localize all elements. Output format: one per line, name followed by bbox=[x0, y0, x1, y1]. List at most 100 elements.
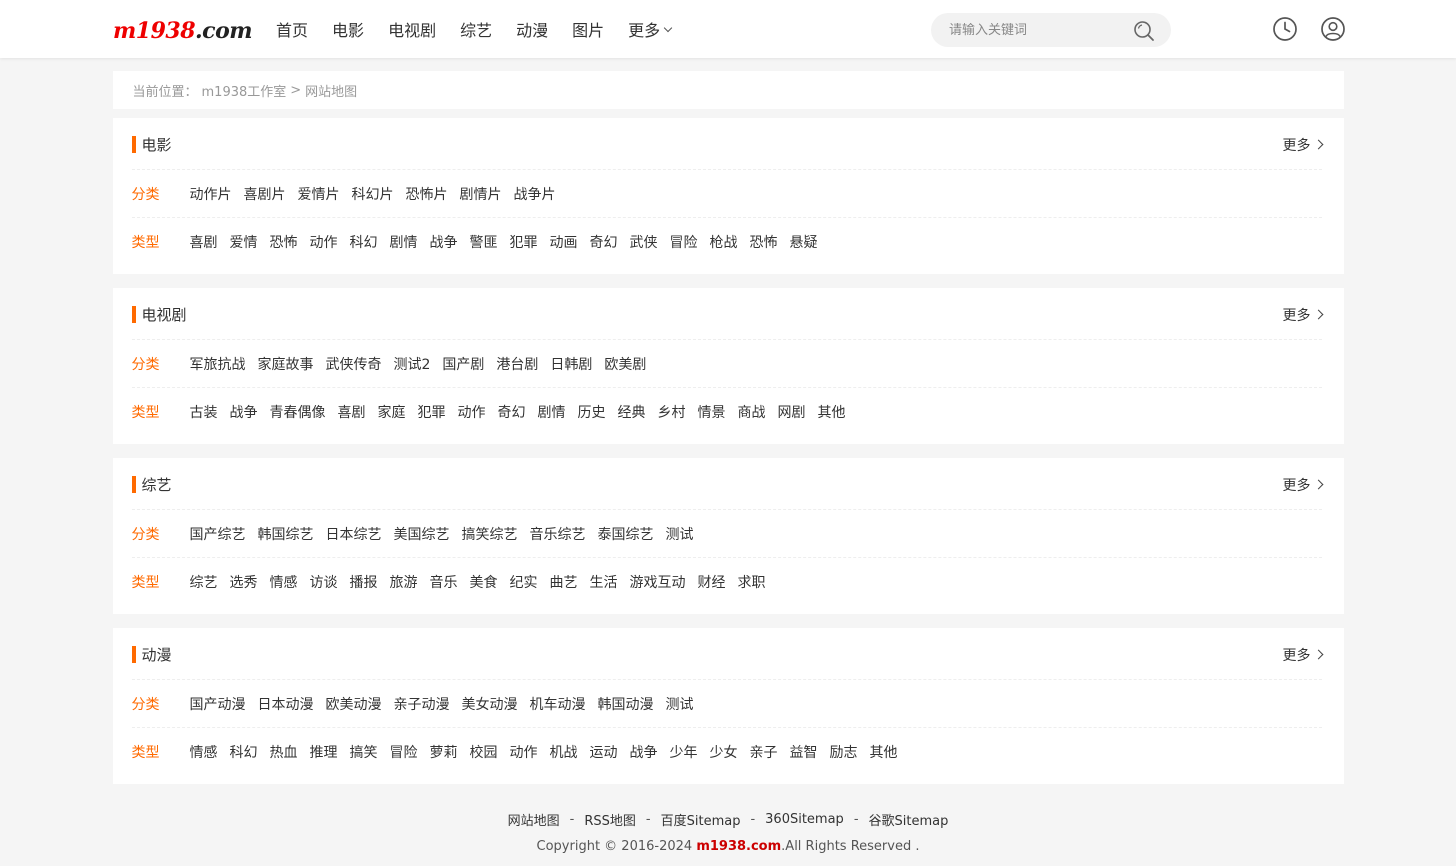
tag-link[interactable]: 喜剧 bbox=[338, 402, 366, 422]
tag-link[interactable]: 纪实 bbox=[510, 572, 538, 592]
tag-link[interactable]: 剧情 bbox=[538, 402, 566, 422]
tag-link[interactable]: 战争 bbox=[630, 742, 658, 762]
tag-link[interactable]: 音乐综艺 bbox=[530, 524, 586, 544]
tag-link[interactable]: 韩国综艺 bbox=[258, 524, 314, 544]
tag-link[interactable]: 国产剧 bbox=[442, 354, 484, 374]
tag-link[interactable]: 战争 bbox=[230, 402, 258, 422]
tag-link[interactable]: 少年 bbox=[670, 742, 698, 762]
tag-link[interactable]: 国产动漫 bbox=[190, 694, 246, 714]
site-logo[interactable]: m1938.com bbox=[113, 14, 253, 44]
footer-link-rss[interactable]: RSS地图 bbox=[584, 810, 636, 829]
tag-link[interactable]: 冒险 bbox=[390, 742, 418, 762]
tag-link[interactable]: 亲子 bbox=[750, 742, 778, 762]
tag-link[interactable]: 益智 bbox=[790, 742, 818, 762]
tag-link[interactable]: 奇幻 bbox=[498, 402, 526, 422]
tag-link[interactable]: 财经 bbox=[698, 572, 726, 592]
tag-link[interactable]: 泰国综艺 bbox=[598, 524, 654, 544]
tag-link[interactable]: 犯罪 bbox=[510, 232, 538, 252]
more-link[interactable]: 更多 bbox=[1283, 645, 1323, 665]
tag-link[interactable]: 动作片 bbox=[190, 184, 232, 204]
tag-link[interactable]: 经典 bbox=[618, 402, 646, 422]
tag-link[interactable]: 校园 bbox=[470, 742, 498, 762]
footer-link-sitemap[interactable]: 网站地图 bbox=[508, 810, 560, 829]
tag-link[interactable]: 其他 bbox=[870, 742, 898, 762]
tag-link[interactable]: 求职 bbox=[738, 572, 766, 592]
tag-link[interactable]: 搞笑 bbox=[350, 742, 378, 762]
tag-link[interactable]: 动作 bbox=[510, 742, 538, 762]
tag-link[interactable]: 冒险 bbox=[670, 232, 698, 252]
tag-link[interactable]: 爱情片 bbox=[298, 184, 340, 204]
tag-link[interactable]: 科幻 bbox=[350, 232, 378, 252]
tag-link[interactable]: 历史 bbox=[578, 402, 606, 422]
tag-link[interactable]: 剧情 bbox=[390, 232, 418, 252]
more-link[interactable]: 更多 bbox=[1283, 305, 1323, 325]
tag-link[interactable]: 播报 bbox=[350, 572, 378, 592]
tag-link[interactable]: 日本综艺 bbox=[326, 524, 382, 544]
tag-link[interactable]: 推理 bbox=[310, 742, 338, 762]
tag-link[interactable]: 动画 bbox=[550, 232, 578, 252]
tag-link[interactable]: 搞笑综艺 bbox=[462, 524, 518, 544]
tag-link[interactable]: 欧美动漫 bbox=[326, 694, 382, 714]
footer-link-360-sitemap[interactable]: 360Sitemap bbox=[765, 812, 844, 827]
tag-link[interactable]: 选秀 bbox=[230, 572, 258, 592]
tag-link[interactable]: 国产综艺 bbox=[190, 524, 246, 544]
tag-link[interactable]: 音乐 bbox=[430, 572, 458, 592]
nav-tv[interactable]: 电视剧 bbox=[388, 17, 436, 41]
tag-link[interactable]: 游戏互动 bbox=[630, 572, 686, 592]
nav-home[interactable]: 首页 bbox=[276, 17, 308, 41]
tag-link[interactable]: 励志 bbox=[830, 742, 858, 762]
footer-link-baidu-sitemap[interactable]: 百度Sitemap bbox=[661, 810, 741, 829]
user-icon[interactable] bbox=[1320, 16, 1346, 42]
tag-link[interactable]: 奇幻 bbox=[590, 232, 618, 252]
tag-link[interactable]: 动作 bbox=[458, 402, 486, 422]
nav-pictures[interactable]: 图片 bbox=[572, 17, 604, 41]
tag-link[interactable]: 情感 bbox=[270, 572, 298, 592]
more-link[interactable]: 更多 bbox=[1283, 475, 1323, 495]
search-icon[interactable] bbox=[1133, 20, 1155, 42]
tag-link[interactable]: 家庭 bbox=[378, 402, 406, 422]
tag-link[interactable]: 恐怖片 bbox=[406, 184, 448, 204]
tag-link[interactable]: 萝莉 bbox=[430, 742, 458, 762]
tag-link[interactable]: 美女动漫 bbox=[462, 694, 518, 714]
tag-link[interactable]: 机车动漫 bbox=[530, 694, 586, 714]
tag-link[interactable]: 美国综艺 bbox=[394, 524, 450, 544]
tag-link[interactable]: 韩国动漫 bbox=[598, 694, 654, 714]
tag-link[interactable]: 爱情 bbox=[230, 232, 258, 252]
tag-link[interactable]: 美食 bbox=[470, 572, 498, 592]
nav-anime[interactable]: 动漫 bbox=[516, 17, 548, 41]
footer-link-google-sitemap[interactable]: 谷歌Sitemap bbox=[869, 810, 949, 829]
tag-link[interactable]: 悬疑 bbox=[790, 232, 818, 252]
tag-link[interactable]: 军旅抗战 bbox=[190, 354, 246, 374]
tag-link[interactable]: 喜剧片 bbox=[244, 184, 286, 204]
tag-link[interactable]: 战争片 bbox=[514, 184, 556, 204]
tag-link[interactable]: 情景 bbox=[698, 402, 726, 422]
tag-link[interactable]: 旅游 bbox=[390, 572, 418, 592]
tag-link[interactable]: 少女 bbox=[710, 742, 738, 762]
tag-link[interactable]: 欧美剧 bbox=[604, 354, 646, 374]
tag-link[interactable]: 港台剧 bbox=[496, 354, 538, 374]
tag-link[interactable]: 其他 bbox=[818, 402, 846, 422]
tag-link[interactable]: 战争 bbox=[430, 232, 458, 252]
tag-link[interactable]: 亲子动漫 bbox=[394, 694, 450, 714]
tag-link[interactable]: 情感 bbox=[190, 742, 218, 762]
search-input[interactable] bbox=[931, 22, 1121, 38]
tag-link[interactable]: 武侠 bbox=[630, 232, 658, 252]
tag-link[interactable]: 机战 bbox=[550, 742, 578, 762]
tag-link[interactable]: 乡村 bbox=[658, 402, 686, 422]
tag-link[interactable]: 测试 bbox=[666, 694, 694, 714]
tag-link[interactable]: 家庭故事 bbox=[258, 354, 314, 374]
tag-link[interactable]: 恐怖 bbox=[270, 232, 298, 252]
tag-link[interactable]: 商战 bbox=[738, 402, 766, 422]
tag-link[interactable]: 日本动漫 bbox=[258, 694, 314, 714]
tag-link[interactable]: 犯罪 bbox=[418, 402, 446, 422]
tag-link[interactable]: 动作 bbox=[310, 232, 338, 252]
tag-link[interactable]: 生活 bbox=[590, 572, 618, 592]
tag-link[interactable]: 枪战 bbox=[710, 232, 738, 252]
tag-link[interactable]: 科幻 bbox=[230, 742, 258, 762]
tag-link[interactable]: 网剧 bbox=[778, 402, 806, 422]
nav-more[interactable]: 更多 bbox=[628, 17, 673, 41]
nav-variety[interactable]: 综艺 bbox=[460, 17, 492, 41]
tag-link[interactable]: 喜剧 bbox=[190, 232, 218, 252]
tag-link[interactable]: 科幻片 bbox=[352, 184, 394, 204]
clock-icon[interactable] bbox=[1272, 16, 1298, 42]
